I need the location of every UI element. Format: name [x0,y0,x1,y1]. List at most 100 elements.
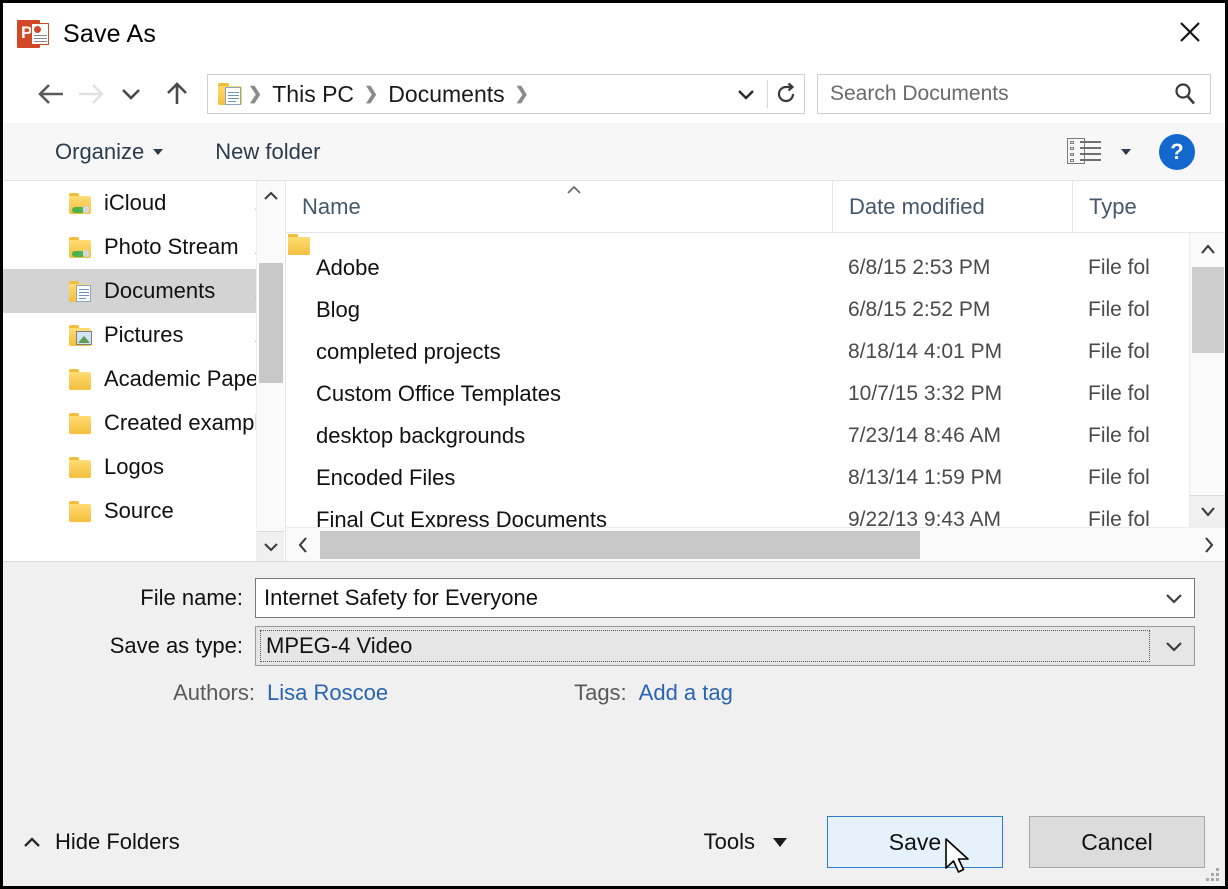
tags-label: Tags: [574,680,627,706]
horizontal-scroll-thumb[interactable] [320,531,920,559]
sidebar-item-academic-paper[interactable]: Academic Paper [3,357,284,401]
save-as-type-combobox[interactable]: MPEG-4 Video [255,626,1195,666]
authors-label: Authors: [33,680,255,706]
scroll-thumb[interactable] [1192,267,1224,353]
breadcrumb-dropdown-button[interactable] [725,87,767,101]
sidebar-item-pictures[interactable]: Pictures [3,313,284,357]
save-as-type-label: Save as type: [33,633,255,659]
file-list-pane: Name Date modified Type Adobe 6/8/15 2:5… [285,181,1225,561]
file-date-cell: 8/18/14 4:01 PM [832,340,1072,364]
scroll-left-button[interactable] [286,528,320,561]
folder-pictures-icon [67,324,93,347]
column-header-name[interactable]: Name [286,181,832,232]
file-date-cell: 9/22/13 9:43 AM [832,508,1072,527]
recent-locations-button[interactable] [111,74,151,114]
table-row[interactable]: completed projects 8/18/14 4:01 PM File … [286,331,1225,373]
breadcrumb-item-documents[interactable]: Documents [382,81,510,108]
new-folder-label: New folder [215,139,320,165]
hide-folders-button[interactable]: Hide Folders [21,829,180,855]
folder-icon [67,412,93,435]
save-button[interactable]: Save [827,816,1003,868]
sidebar-scroll-thumb[interactable] [259,263,283,383]
chevron-down-icon [1198,505,1218,518]
scroll-up-button[interactable] [1190,233,1225,265]
file-name-cell[interactable]: desktop backgrounds [286,423,832,449]
sidebar-scroll-up-button[interactable] [257,181,284,211]
table-row[interactable]: Encoded Files 8/13/14 1:59 PM File fol [286,457,1225,499]
help-button[interactable]: ? [1159,134,1195,170]
save-as-dialog: P Save As [0,0,1228,889]
table-row[interactable]: desktop backgrounds 7/23/14 8:46 AM File… [286,415,1225,457]
file-name-row: File name: [3,578,1225,618]
back-button[interactable] [31,74,71,114]
search-input[interactable] [818,82,1172,106]
file-name-input[interactable] [256,585,1154,611]
save-as-type-dropdown-button[interactable] [1154,627,1194,665]
file-list-scrollbar[interactable] [1189,233,1225,527]
forward-button[interactable] [71,74,111,114]
file-name-label: completed projects [316,339,501,365]
close-button[interactable] [1155,3,1225,61]
save-form: File name: Save as type: MPEG-4 Video [3,561,1225,886]
file-name-label: desktop backgrounds [316,423,525,449]
browser-body: iCloud Photo Stream [3,181,1225,561]
search-icon[interactable] [1172,81,1210,107]
file-name-cell[interactable]: Adobe [286,255,832,281]
sidebar-item-photo-stream[interactable]: Photo Stream [3,225,284,269]
breadcrumb-separator[interactable]: ❯ [360,84,382,104]
refresh-button[interactable] [768,74,804,114]
sidebar-item-label: Documents [104,278,215,304]
breadcrumb-separator[interactable]: ❯ [244,84,266,104]
search-box[interactable] [817,74,1211,114]
tools-button[interactable]: Tools [690,829,801,855]
table-row[interactable]: Blog 6/8/15 2:52 PM File fol [286,289,1225,331]
file-name-cell[interactable]: Custom Office Templates [286,381,832,407]
cancel-button[interactable]: Cancel [1029,816,1205,868]
file-name-cell[interactable]: Blog [286,297,832,323]
up-button[interactable] [157,74,197,114]
chevron-down-icon [120,86,142,102]
file-name-dropdown-button[interactable] [1154,579,1194,617]
save-as-type-row: Save as type: MPEG-4 Video [3,626,1225,666]
resize-grip[interactable] [1203,865,1219,881]
file-name-cell[interactable]: Final Cut Express Documents [286,507,832,527]
sidebar-item-logos[interactable]: Logos [3,445,284,489]
list-view-icon[interactable] [1067,138,1101,166]
table-row[interactable]: Adobe 6/8/15 2:53 PM File fol [286,247,1225,289]
save-as-type-value[interactable]: MPEG-4 Video [260,630,1150,662]
file-name-label: Adobe [316,255,380,281]
file-name-combobox[interactable] [255,578,1195,618]
file-date-cell: 10/7/15 3:32 PM [832,382,1072,406]
sidebar-item-icloud[interactable]: iCloud [3,181,284,225]
sidebar-item-documents[interactable]: Documents [3,269,284,313]
breadcrumb-separator[interactable]: ❯ [511,84,533,104]
sidebar-item-label: Photo Stream [104,234,239,260]
title-bar: P Save As [3,3,1225,65]
table-row[interactable]: Final Cut Express Documents 9/22/13 9:43… [286,499,1225,527]
file-name-cell[interactable]: completed projects [286,339,832,365]
file-date-cell: 8/13/14 1:59 PM [832,466,1072,490]
breadcrumb-item-this-pc[interactable]: This PC [266,81,360,108]
folder-cloud-icon [67,236,93,259]
command-bar: Organize New folder ? [3,123,1225,181]
column-header-date-modified[interactable]: Date modified [832,181,1072,232]
sidebar-item-label: Pictures [104,322,183,348]
add-a-tag-link[interactable]: Add a tag [639,680,733,706]
scroll-down-button[interactable] [1190,495,1225,527]
organize-button[interactable]: Organize [41,139,177,165]
column-header-type[interactable]: Type [1072,181,1225,232]
table-row[interactable]: Custom Office Templates 10/7/15 3:32 PM … [286,373,1225,415]
new-folder-button[interactable]: New folder [201,139,334,165]
sidebar-scrollbar[interactable] [256,181,284,561]
folder-icon [67,500,93,523]
scroll-right-button[interactable] [1191,528,1225,561]
sidebar-scroll-down-button[interactable] [257,531,284,561]
file-list-horizontal-scrollbar[interactable] [286,527,1225,561]
breadcrumb[interactable]: ❯ This PC ❯ Documents ❯ [207,74,805,114]
sidebar-item-created-example[interactable]: Created example [3,401,284,445]
authors-value[interactable]: Lisa Roscoe [267,680,388,706]
sidebar-item-source[interactable]: Source [3,489,284,533]
file-name-cell[interactable]: Encoded Files [286,465,832,491]
view-dropdown-icon[interactable] [1121,149,1131,155]
file-name-label: File name: [33,585,255,611]
